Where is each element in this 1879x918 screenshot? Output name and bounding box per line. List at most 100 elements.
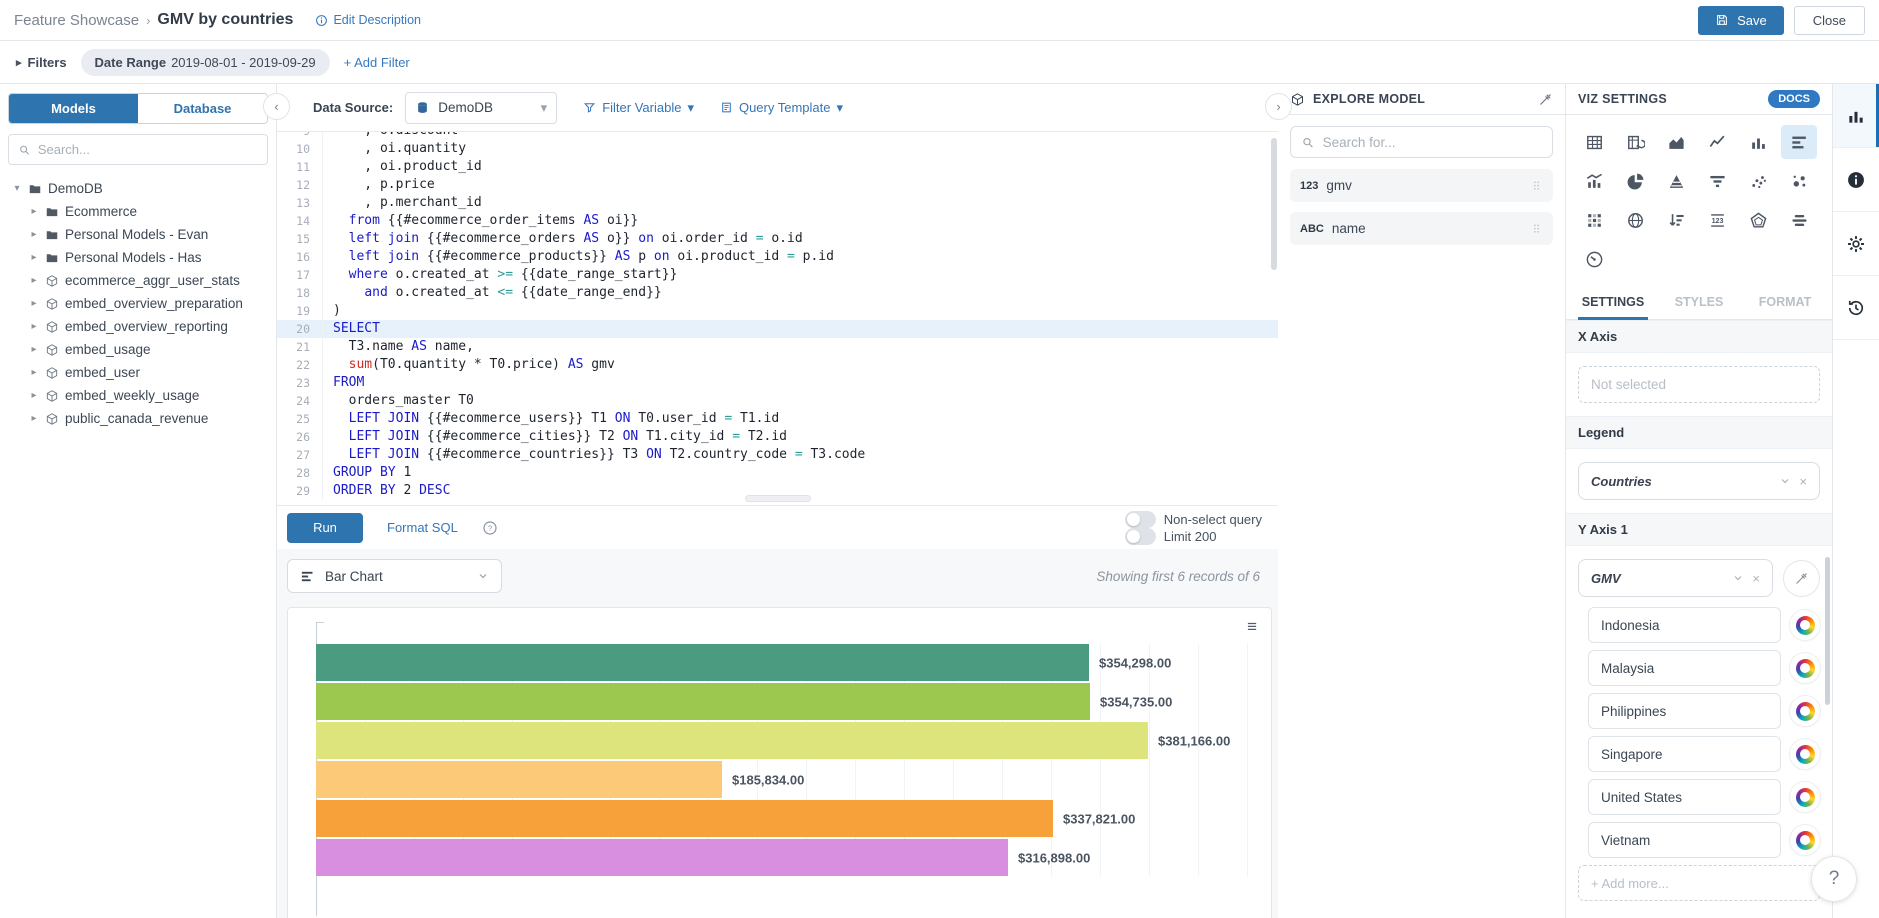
series-name[interactable]: Indonesia: [1588, 607, 1781, 643]
caret-right-icon[interactable]: ▸: [29, 229, 39, 240]
tree-item-Personal Models - Has[interactable]: ▸Personal Models - Has: [0, 246, 276, 269]
color-picker-button[interactable]: [1790, 653, 1820, 683]
tree-item-Ecommerce[interactable]: ▸Ecommerce: [0, 200, 276, 223]
add-more-button[interactable]: + Add more...: [1578, 865, 1820, 901]
code-line-24[interactable]: 24 orders_master T0: [277, 392, 1278, 410]
add-filter-button[interactable]: + Add Filter: [344, 55, 410, 70]
explore-search-input[interactable]: [1323, 135, 1542, 150]
tab-models[interactable]: Models: [9, 94, 138, 123]
editor-resize-handle[interactable]: [745, 495, 811, 502]
filter-variable-menu[interactable]: Filter Variable ▾: [583, 100, 694, 116]
series-name[interactable]: United States: [1588, 779, 1781, 815]
code-line-19[interactable]: 19): [277, 302, 1278, 320]
editor-scrollbar[interactable]: [1271, 138, 1277, 270]
tab-settings[interactable]: SETTINGS: [1570, 284, 1656, 319]
save-button[interactable]: Save: [1698, 6, 1784, 35]
viz-type-pyramid-chart[interactable]: [1658, 164, 1694, 198]
run-button[interactable]: Run: [287, 513, 363, 543]
bar-Singapore[interactable]: [316, 761, 722, 798]
bar-Vietnam[interactable]: [316, 839, 1008, 876]
caret-right-icon[interactable]: ▸: [29, 321, 39, 332]
viz-type-gauge-chart[interactable]: [1576, 242, 1612, 276]
code-line-18[interactable]: 18 and o.created_at <= {{date_range_end}…: [277, 284, 1278, 302]
format-sql-button[interactable]: Format SQL: [387, 520, 458, 535]
viz-type-line-chart[interactable]: [1699, 125, 1735, 159]
tree-item-DemoDB[interactable]: ▾DemoDB: [0, 177, 276, 200]
viz-type-gantt-chart[interactable]: [1781, 203, 1817, 237]
code-line-10[interactable]: 10 , oi.quantity: [277, 140, 1278, 158]
viz-type-scatter-plot[interactable]: [1740, 164, 1776, 198]
caret-right-icon[interactable]: ▸: [29, 275, 39, 286]
viz-type-top-n[interactable]: [1658, 203, 1694, 237]
tree-item-embed_overview_preparation[interactable]: ▸embed_overview_preparation: [0, 292, 276, 315]
drag-handle-icon[interactable]: [1530, 222, 1543, 235]
collapse-editor-button[interactable]: ›: [1265, 93, 1292, 120]
series-name[interactable]: Singapore: [1588, 736, 1781, 772]
viz-type-pie-chart[interactable]: [1617, 164, 1653, 198]
sql-editor[interactable]: 9 , o.discount10 , oi.quantity11 , oi.pr…: [277, 132, 1278, 505]
code-line-20[interactable]: 20SELECT: [277, 320, 1278, 338]
drag-handle-icon[interactable]: [1530, 179, 1543, 192]
viz-type-heatmap[interactable]: [1576, 203, 1612, 237]
series-name[interactable]: Vietnam: [1588, 822, 1781, 858]
collapse-left-panel-button[interactable]: ‹: [263, 93, 290, 120]
bar-Malaysia[interactable]: [316, 683, 1090, 720]
history-tab[interactable]: [1833, 276, 1879, 340]
help-button[interactable]: ?: [1811, 856, 1857, 902]
tree-item-embed_user[interactable]: ▸embed_user: [0, 361, 276, 384]
viz-type-data-table[interactable]: [1617, 125, 1653, 159]
chart-type-select[interactable]: Bar Chart: [287, 559, 502, 593]
viz-type-area-chart[interactable]: [1658, 125, 1694, 159]
color-picker-button[interactable]: [1790, 696, 1820, 726]
bar-United States[interactable]: [316, 800, 1053, 837]
viz-type-bar-chart[interactable]: [1781, 125, 1817, 159]
viz-type-metric-kpi[interactable]: 123: [1699, 203, 1735, 237]
code-line-22[interactable]: 22 sum(T0.quantity * T0.price) AS gmv: [277, 356, 1278, 374]
close-button[interactable]: Close: [1794, 6, 1865, 35]
caret-right-icon[interactable]: ▸: [29, 367, 39, 378]
code-line-16[interactable]: 16 left join {{#ecommerce_products}} AS …: [277, 248, 1278, 266]
viz-panel-scrollbar[interactable]: [1825, 557, 1830, 705]
bar-Philippines[interactable]: [316, 722, 1148, 759]
close-icon[interactable]: ×: [1752, 571, 1760, 586]
code-line-25[interactable]: 25 LEFT JOIN {{#ecommerce_users}} T1 ON …: [277, 410, 1278, 428]
sql-help-icon[interactable]: ?: [482, 519, 498, 536]
y-axis-select[interactable]: GMV ×: [1578, 559, 1773, 597]
pin-icon[interactable]: [1538, 92, 1553, 107]
code-line-21[interactable]: 21 T3.name AS name,: [277, 338, 1278, 356]
tab-database[interactable]: Database: [138, 94, 267, 123]
caret-right-icon[interactable]: ▸: [29, 252, 39, 263]
color-picker-button[interactable]: [1790, 825, 1820, 855]
tree-item-ecommerce_aggr_user_stats[interactable]: ▸ecommerce_aggr_user_stats: [0, 269, 276, 292]
code-line-15[interactable]: 15 left join {{#ecommerce_orders AS o}} …: [277, 230, 1278, 248]
sidebar-search[interactable]: [8, 134, 268, 165]
legend-select[interactable]: Countries ×: [1578, 462, 1820, 500]
query-template-menu[interactable]: Query Template ▾: [720, 100, 843, 116]
code-line-13[interactable]: 13 , p.merchant_id: [277, 194, 1278, 212]
caret-right-icon[interactable]: ▸: [29, 390, 39, 401]
code-line-28[interactable]: 28GROUP BY 1: [277, 464, 1278, 482]
tree-item-embed_usage[interactable]: ▸embed_usage: [0, 338, 276, 361]
toggle-switch[interactable]: [1125, 528, 1156, 545]
code-line-11[interactable]: 11 , oi.product_id: [277, 158, 1278, 176]
caret-right-icon[interactable]: ▸: [29, 298, 39, 309]
tab-styles[interactable]: STYLES: [1656, 284, 1742, 319]
caret-right-icon[interactable]: ▸: [29, 344, 39, 355]
viz-type-table[interactable]: [1576, 125, 1612, 159]
viz-type-combo-chart[interactable]: [1576, 164, 1612, 198]
caret-down-icon[interactable]: ▾: [12, 183, 22, 194]
series-name[interactable]: Philippines: [1588, 693, 1781, 729]
data-source-select[interactable]: DemoDB ▾: [405, 92, 557, 124]
code-line-27[interactable]: 27 LEFT JOIN {{#ecommerce_countries}} T3…: [277, 446, 1278, 464]
tab-format[interactable]: FORMAT: [1742, 284, 1828, 319]
x-axis-placeholder[interactable]: Not selected: [1578, 366, 1820, 403]
series-name[interactable]: Malaysia: [1588, 650, 1781, 686]
code-line-14[interactable]: 14 from {{#ecommerce_order_items AS oi}}: [277, 212, 1278, 230]
code-line-17[interactable]: 17 where o.created_at >= {{date_range_st…: [277, 266, 1278, 284]
code-line-26[interactable]: 26 LEFT JOIN {{#ecommerce_cities}} T2 ON…: [277, 428, 1278, 446]
bar-Indonesia[interactable]: [316, 644, 1089, 681]
explore-search[interactable]: [1290, 126, 1553, 158]
color-picker-button[interactable]: [1790, 739, 1820, 769]
caret-right-icon[interactable]: ▸: [29, 206, 39, 217]
edit-description-button[interactable]: Edit Description: [315, 13, 421, 27]
